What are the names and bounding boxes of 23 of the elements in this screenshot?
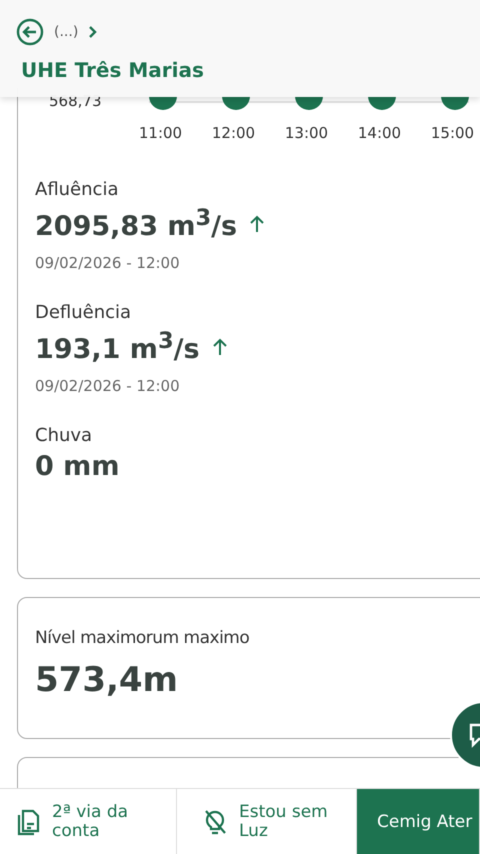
page-title: UHE Três Marias — [21, 58, 205, 82]
metric-value: 193,1 m$^{3}$/s — [35, 328, 200, 365]
breadcrumb-link[interactable]: (...) — [54, 24, 78, 40]
metric-value: 2095,83 m$^{3}$/s — [35, 205, 238, 242]
nav-button[interactable]: Cemig Ater — [357, 789, 480, 854]
document-icon — [16, 808, 40, 836]
metric-value: 0 mm — [35, 451, 120, 482]
axis-label: 11:00 — [138, 124, 184, 142]
back-icon[interactable] — [16, 18, 44, 46]
metric-label: Nível maximorum maximo — [35, 628, 250, 648]
axis-label: 12:00 — [210, 124, 256, 142]
axis-label: 15:00 — [430, 124, 476, 142]
metric-value: 573,4m — [35, 660, 179, 700]
metric-label: Afluência — [35, 179, 120, 200]
timestamp: 09/02/2026 - 12:00 — [35, 254, 181, 272]
chevron-right-icon — [88, 25, 98, 39]
lightbulb-off-icon — [203, 808, 227, 836]
axis-label: 14:00 — [356, 124, 402, 142]
metric-label: Defluência — [35, 302, 132, 323]
axis-label: 568,73 — [49, 91, 102, 110]
timestamp: 09/02/2026 - 12:00 — [35, 377, 181, 395]
axis-label: 13:00 — [284, 124, 330, 142]
metric-label: Chuva — [35, 425, 94, 446]
